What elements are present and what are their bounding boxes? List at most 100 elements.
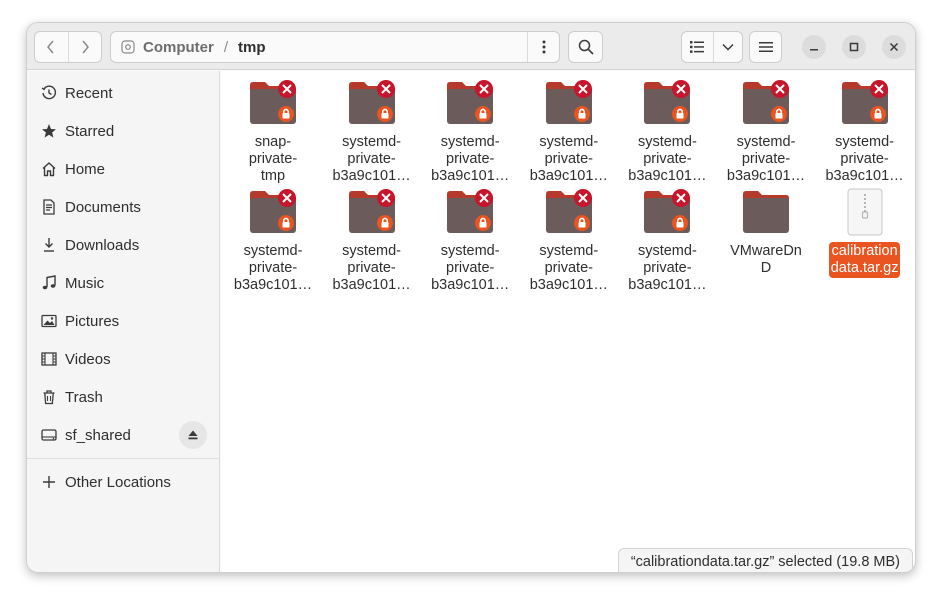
- maximize-button[interactable]: [842, 35, 866, 59]
- file-name: systemd-private-b3a9c101…: [823, 133, 905, 186]
- document-icon: [40, 198, 58, 216]
- breadcrumb-current[interactable]: tmp: [238, 39, 266, 56]
- file-name-line: b3a9c101…: [529, 277, 608, 293]
- folder-item[interactable]: systemd-private-b3a9c101…: [422, 188, 518, 294]
- lock-emblem-icon: [376, 106, 393, 122]
- sidebar-item-label: Pictures: [65, 312, 120, 330]
- file-name-line: private-: [248, 260, 298, 276]
- sidebar-item-home[interactable]: Home: [27, 151, 220, 187]
- file-name-line: snap-: [254, 134, 292, 150]
- file-name-line: private-: [248, 151, 298, 167]
- unreadable-emblem-icon: [278, 80, 296, 98]
- status-bar: “calibrationdata.tar.gz” selected (19.8 …: [617, 548, 913, 572]
- lock-emblem-icon: [672, 106, 689, 122]
- file-name: systemd-private-b3a9c101…: [528, 242, 610, 295]
- folder-item[interactable]: systemd-private-b3a9c101…: [225, 188, 321, 294]
- sidebar-item-label: Documents: [65, 198, 141, 216]
- sidebar-item-label: Recent: [65, 84, 113, 102]
- sidebar-item-trash[interactable]: Trash: [27, 379, 220, 415]
- main-menu-button[interactable]: [749, 31, 782, 63]
- folder-item[interactable]: snap-private-tmp: [225, 79, 321, 185]
- sidebar-item-sf-shared[interactable]: sf_shared: [27, 417, 220, 453]
- chevron-right-icon: [82, 40, 89, 54]
- path-menu-button[interactable]: [527, 32, 559, 62]
- sidebar-item-label: Home: [65, 160, 106, 178]
- breadcrumb-computer[interactable]: Computer: [143, 39, 214, 56]
- drive-icon: [40, 426, 58, 444]
- file-name-line: systemd-: [539, 134, 599, 150]
- sidebar-item-other-locations[interactable]: Other Locations: [27, 464, 220, 500]
- forward-button[interactable]: [67, 32, 101, 62]
- search-button[interactable]: [568, 31, 603, 63]
- file-name-line: b3a9c101…: [431, 277, 510, 293]
- sidebar-item-videos[interactable]: Videos: [27, 341, 220, 377]
- view-options-dropdown[interactable]: [712, 32, 742, 62]
- locked-folder-icon: [641, 79, 693, 127]
- file-name-line: b3a9c101…: [726, 168, 806, 184]
- folder-item[interactable]: VMwareDn D: [718, 188, 814, 294]
- sidebar-item-recent[interactable]: Recent: [27, 75, 220, 111]
- status-text: “calibrationdata.tar.gz” selected (19.8 …: [630, 553, 900, 570]
- folder-item[interactable]: systemd-private-b3a9c101…: [718, 79, 814, 185]
- minimize-icon: [810, 49, 818, 51]
- file-name-line: systemd-: [440, 243, 500, 259]
- locked-folder-icon: [543, 79, 595, 127]
- file-name-line: systemd-: [342, 243, 401, 259]
- file-name-line: private-: [643, 260, 692, 276]
- file-name: VMwareDn D: [728, 242, 804, 278]
- unreadable-emblem-icon: [573, 80, 592, 98]
- locked-folder-icon: [543, 188, 595, 236]
- close-button[interactable]: [882, 35, 906, 59]
- eject-button[interactable]: [179, 421, 207, 449]
- folder-item[interactable]: systemd-private-b3a9c101…: [521, 79, 617, 185]
- file-manager-window: Computer / tmp Recent Starred Home Docum…: [26, 22, 916, 573]
- minimize-button[interactable]: [802, 35, 826, 59]
- sidebar-item-documents[interactable]: Documents: [27, 189, 220, 225]
- view-buttons: [681, 31, 743, 63]
- sidebar-divider: [27, 458, 220, 459]
- file-name: systemd-private-b3a9c101…: [429, 133, 511, 186]
- locked-folder-icon: [247, 188, 299, 236]
- file-name-line: private-: [544, 151, 593, 167]
- unreadable-emblem-icon: [771, 80, 789, 98]
- folder-item[interactable]: systemd-private-b3a9c101…: [521, 188, 617, 294]
- file-name-line: systemd-: [736, 134, 796, 150]
- folder-icon: [740, 188, 792, 236]
- video-icon: [40, 350, 58, 368]
- list-view-button[interactable]: [682, 32, 713, 62]
- lock-emblem-icon: [278, 106, 294, 122]
- locked-folder-icon: [740, 79, 792, 127]
- file-name-line: D: [760, 260, 772, 276]
- file-name-line: b3a9c101…: [628, 277, 707, 293]
- locked-folder-icon: [247, 79, 299, 127]
- sidebar-item-downloads[interactable]: Downloads: [27, 227, 220, 263]
- unreadable-emblem-icon: [869, 80, 888, 98]
- folder-item[interactable]: systemd-private-b3a9c101…: [619, 188, 715, 294]
- file-name-line: private-: [544, 260, 593, 276]
- file-item-archive[interactable]: calibration data.tar.gz: [817, 188, 913, 294]
- unreadable-emblem-icon: [573, 189, 592, 207]
- file-name-line: private-: [741, 151, 791, 167]
- file-name: systemd-private-b3a9c101…: [429, 242, 511, 295]
- search-icon: [578, 39, 594, 55]
- folder-item[interactable]: systemd-private-b3a9c101…: [619, 79, 715, 185]
- folder-item[interactable]: systemd-private-b3a9c101…: [817, 79, 913, 185]
- file-name: systemd-private-b3a9c101…: [232, 242, 314, 295]
- file-name-line: calibration: [831, 243, 898, 259]
- sidebar-item-starred[interactable]: Starred: [27, 113, 220, 149]
- back-button[interactable]: [35, 32, 68, 62]
- file-name-line: private-: [347, 151, 396, 167]
- folder-item[interactable]: systemd-private-b3a9c101…: [324, 188, 420, 294]
- file-name: systemd-private-b3a9c101…: [626, 242, 708, 295]
- sidebar-item-pictures[interactable]: Pictures: [27, 303, 220, 339]
- sidebar-item-label: Trash: [65, 388, 103, 406]
- header-bar: Computer / tmp: [27, 23, 915, 70]
- file-name-line: private-: [347, 260, 396, 276]
- sidebar-item-music[interactable]: Music: [27, 265, 220, 301]
- file-name-line: private-: [643, 151, 692, 167]
- folder-item[interactable]: systemd-private-b3a9c101…: [324, 79, 420, 185]
- unreadable-emblem-icon: [376, 80, 395, 98]
- folder-item[interactable]: systemd-private-b3a9c101…: [422, 79, 518, 185]
- lock-emblem-icon: [475, 106, 492, 122]
- file-name-line: b3a9c101…: [431, 168, 510, 184]
